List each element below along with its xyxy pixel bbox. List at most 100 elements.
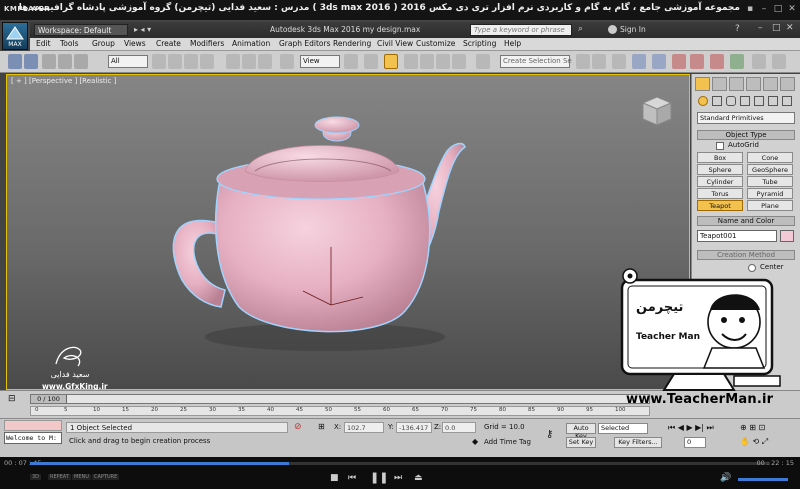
- maxscript-mini-listener[interactable]: Welcome to M:: [4, 432, 62, 444]
- auto-key-button[interactable]: Auto Key: [566, 423, 596, 440]
- tube-button[interactable]: Tube: [747, 176, 793, 187]
- tab-display[interactable]: [763, 77, 778, 91]
- schematic-view-icon[interactable]: [652, 54, 666, 69]
- set-key-button[interactable]: Set Key: [566, 437, 596, 448]
- maxscript-mini-listener-output[interactable]: [4, 420, 62, 431]
- volume-icon[interactable]: 🔊: [720, 473, 731, 483]
- maximize-icon[interactable]: □: [772, 23, 781, 33]
- cone-button[interactable]: Cone: [747, 152, 793, 163]
- player-pin-icon[interactable]: ▪: [744, 4, 756, 15]
- sign-in-link[interactable]: Sign In: [620, 25, 646, 34]
- torus-button[interactable]: Torus: [697, 188, 743, 199]
- menu-button[interactable]: MENU: [72, 474, 91, 480]
- add-time-tag-button[interactable]: Add Time Tag: [484, 438, 531, 446]
- named-selection-set-dropdown[interactable]: Create Selection Se: [500, 55, 572, 68]
- stop-icon[interactable]: ■: [330, 473, 339, 483]
- viewport-navigation-icons-2[interactable]: ✋ ⟲ ⤢: [740, 437, 768, 447]
- previous-icon[interactable]: ⏮: [348, 473, 356, 483]
- window-crossing-icon[interactable]: [200, 54, 214, 69]
- capture-button[interactable]: CAPTURE: [92, 474, 120, 480]
- primitive-type-dropdown[interactable]: Standard Primitives: [697, 112, 795, 124]
- rect-selection-icon[interactable]: [184, 54, 198, 69]
- render-iterative-icon[interactable]: [752, 54, 766, 69]
- minimize-icon[interactable]: –: [758, 23, 763, 33]
- teapot-button[interactable]: Teapot: [697, 200, 743, 211]
- playback-controls[interactable]: ⏮ ◀ ▶ ▶| ⏭: [668, 423, 714, 433]
- undo-icon[interactable]: [8, 54, 22, 69]
- viewport-navigation-icons[interactable]: ⊕ ⊞ ⊡: [740, 423, 765, 432]
- selection-filter-dropdown[interactable]: All: [108, 55, 148, 68]
- reference-coord-dropdown[interactable]: View: [300, 55, 340, 68]
- tab-hierarchy[interactable]: [729, 77, 744, 91]
- y-coordinate-field[interactable]: -136.417: [396, 422, 432, 433]
- scale-icon[interactable]: [258, 54, 272, 69]
- unlink-icon[interactable]: [58, 54, 72, 69]
- material-editor-icon[interactable]: [672, 54, 686, 69]
- select-object-icon[interactable]: [152, 54, 166, 69]
- autogrid-checkbox[interactable]: [716, 142, 724, 150]
- viewcube-icon[interactable]: [641, 96, 673, 126]
- creation-method-rollout[interactable]: Creation Method: [697, 250, 795, 260]
- volume-slider[interactable]: [738, 478, 788, 481]
- select-by-name-icon[interactable]: [168, 54, 182, 69]
- object-color-swatch[interactable]: [780, 230, 794, 242]
- tab-motion[interactable]: [746, 77, 761, 91]
- object-name-input[interactable]: Teapot001: [697, 230, 777, 242]
- shapes-icon[interactable]: [712, 96, 722, 106]
- player-close-icon[interactable]: ✕: [786, 4, 798, 15]
- select-link-icon[interactable]: [42, 54, 56, 69]
- systems-icon[interactable]: [782, 96, 792, 106]
- x-coordinate-field[interactable]: 102.7: [344, 422, 384, 433]
- eject-icon[interactable]: ⏏: [414, 473, 423, 483]
- percent-snap-icon[interactable]: [436, 54, 450, 69]
- geometry-icon[interactable]: [698, 96, 708, 106]
- select-place-icon[interactable]: [280, 54, 294, 69]
- menu-rendering[interactable]: Rendering: [333, 39, 371, 48]
- curve-editor-icon[interactable]: [632, 54, 646, 69]
- menu-customize[interactable]: Customize: [416, 39, 455, 48]
- layer-explorer-icon[interactable]: [612, 54, 626, 69]
- menu-animation[interactable]: Animation: [232, 39, 270, 48]
- absolute-mode-icon[interactable]: ⊞: [318, 422, 325, 431]
- render-setup-icon[interactable]: [690, 54, 704, 69]
- max-application-button[interactable]: MAX: [2, 22, 28, 50]
- player-minimize-icon[interactable]: –: [758, 4, 770, 15]
- time-slider-thumb[interactable]: 0 / 100: [31, 395, 67, 403]
- menu-views[interactable]: Views: [124, 39, 146, 48]
- z-coordinate-field[interactable]: 0.0: [442, 422, 476, 433]
- player-maximize-icon[interactable]: □: [772, 4, 784, 15]
- geosphere-button[interactable]: GeoSphere: [747, 164, 793, 175]
- box-button[interactable]: Box: [697, 152, 743, 163]
- repeat-button[interactable]: REPEAT: [48, 474, 71, 480]
- pyramid-button[interactable]: Pyramid: [747, 188, 793, 199]
- cameras-icon[interactable]: [740, 96, 750, 106]
- search-icon[interactable]: ⌕: [578, 24, 583, 34]
- tab-utilities[interactable]: [780, 77, 795, 91]
- perspective-viewport[interactable]: [ + ] [Perspective ] [Realistic ]: [6, 74, 690, 390]
- cylinder-button[interactable]: Cylinder: [697, 176, 743, 187]
- lights-icon[interactable]: [726, 96, 736, 106]
- edit-named-selection-icon[interactable]: [476, 54, 490, 69]
- name-and-color-rollout[interactable]: Name and Color: [697, 216, 795, 226]
- menu-civil-view[interactable]: Civil View: [377, 39, 413, 48]
- tab-create[interactable]: [695, 77, 710, 91]
- plane-button[interactable]: Plane: [747, 200, 793, 211]
- seek-bar[interactable]: [30, 462, 770, 465]
- track-bar-icon[interactable]: ⊟: [8, 394, 16, 404]
- 3d-button[interactable]: 3D: [30, 474, 42, 480]
- pivot-center-icon[interactable]: [344, 54, 358, 69]
- key-filters-button[interactable]: Key Filters...: [614, 437, 662, 448]
- rotate-icon[interactable]: [242, 54, 256, 69]
- close-icon[interactable]: ✕: [786, 23, 794, 33]
- snaps-toggle-icon[interactable]: [404, 54, 418, 69]
- mirror-icon[interactable]: [576, 54, 590, 69]
- menu-scripting[interactable]: Scripting: [463, 39, 496, 48]
- object-type-rollout[interactable]: Object Type: [697, 130, 795, 140]
- space-warps-icon[interactable]: [768, 96, 778, 106]
- quick-access-icons[interactable]: ▸ ◂ ▾: [134, 25, 151, 34]
- bind-space-warp-icon[interactable]: [74, 54, 88, 69]
- align-icon[interactable]: [592, 54, 606, 69]
- key-mode-dropdown[interactable]: Selected: [598, 423, 648, 434]
- time-slider[interactable]: 0 / 100: [30, 394, 650, 404]
- menu-graph-editors[interactable]: Graph Editors: [279, 39, 331, 48]
